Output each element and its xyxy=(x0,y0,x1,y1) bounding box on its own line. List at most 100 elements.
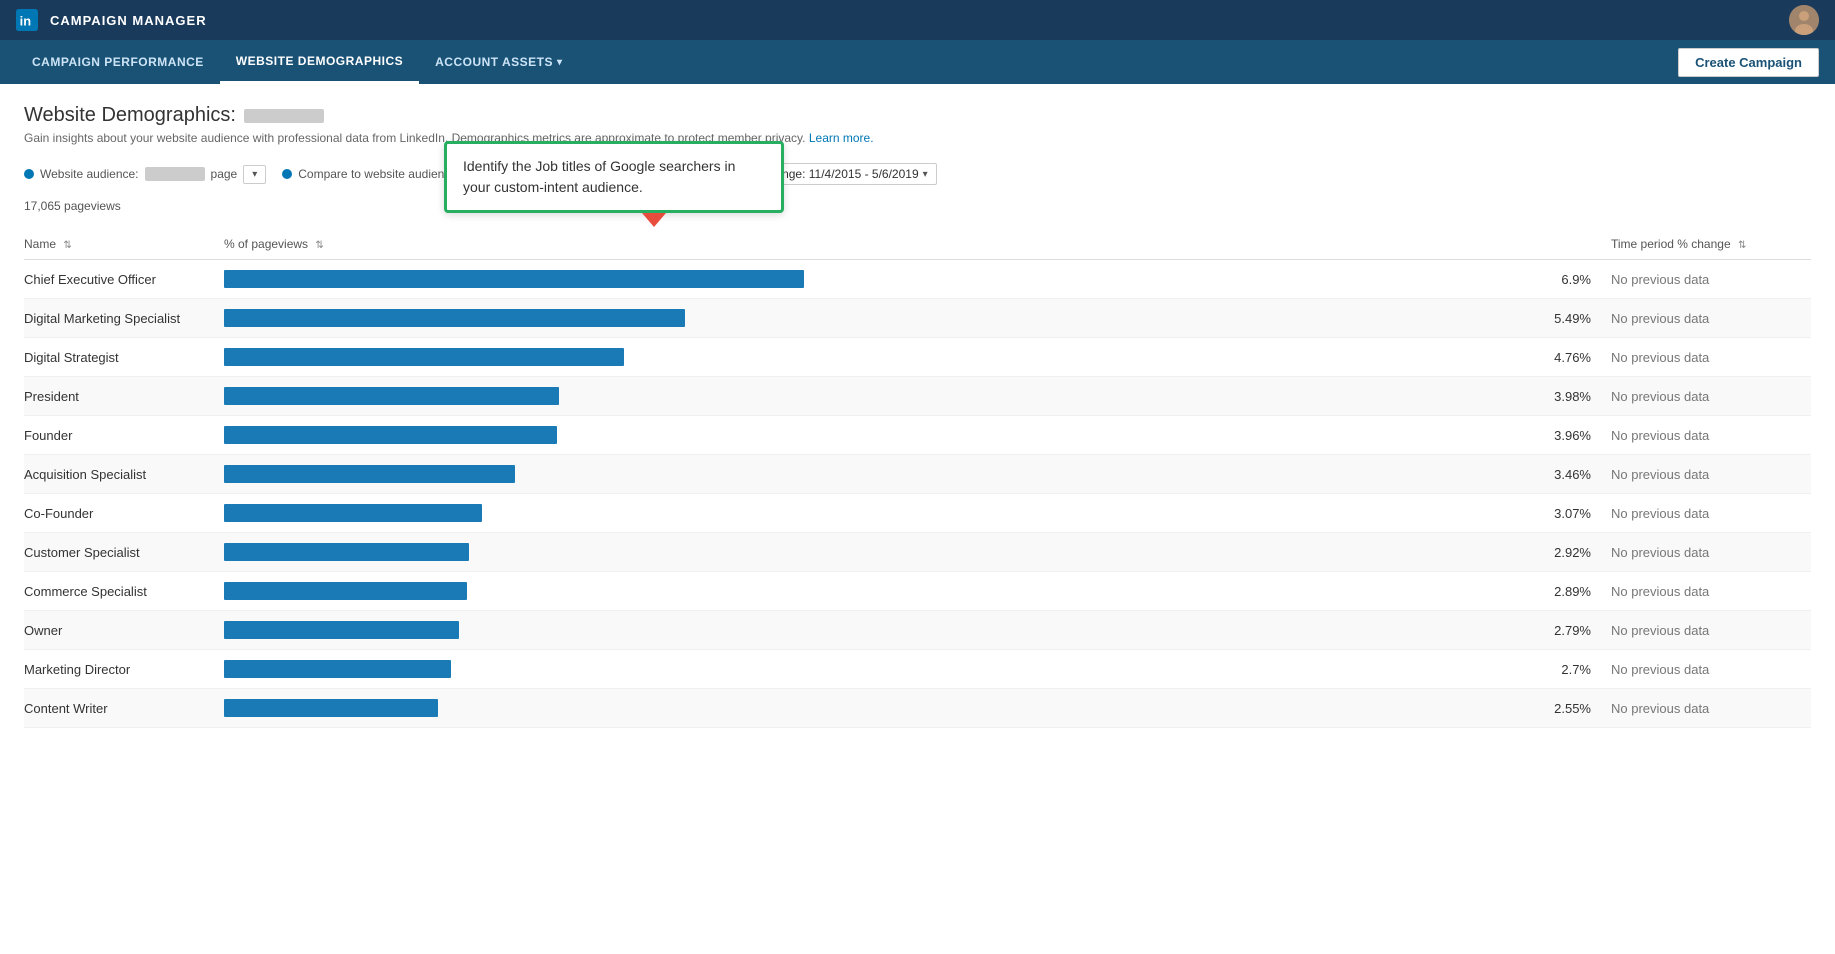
linkedin-logo-icon: in xyxy=(16,9,38,31)
time-range-chevron-icon: ▾ xyxy=(923,169,928,180)
col-pageviews: % of pageviews ⇅ xyxy=(224,229,1531,260)
tooltip-box: Identify the Job titles of Google search… xyxy=(444,141,784,213)
cell-change: No previous data xyxy=(1611,416,1811,455)
cell-bar xyxy=(224,611,1531,650)
change-sort-icon[interactable]: ⇅ xyxy=(1738,240,1746,251)
page-subtitle: Gain insights about your website audienc… xyxy=(24,131,1811,145)
nav-campaign-performance[interactable]: Campaign Performance xyxy=(16,40,220,84)
learn-more-link[interactable]: Learn more. xyxy=(809,131,874,145)
cell-bar xyxy=(224,689,1531,728)
bar-container xyxy=(224,348,1519,366)
cell-pct: 4.76% xyxy=(1531,338,1611,377)
bar-container xyxy=(224,465,1519,483)
cell-name: Founder xyxy=(24,416,224,455)
tooltip-container: Identify the Job titles of Google search… xyxy=(444,141,784,227)
tooltip-arrow-icon xyxy=(642,213,666,227)
cell-bar xyxy=(224,338,1531,377)
bar-fill xyxy=(224,543,469,561)
name-sort-icon[interactable]: ⇅ xyxy=(63,240,71,251)
cell-pct: 6.9% xyxy=(1531,260,1611,299)
cell-bar xyxy=(224,299,1531,338)
bar-container xyxy=(224,699,1519,717)
bar-container xyxy=(224,660,1519,678)
cell-pct: 3.46% xyxy=(1531,455,1611,494)
demographics-table: Name ⇅ % of pageviews ⇅ Time period % ch… xyxy=(24,229,1811,728)
bar-container xyxy=(224,543,1519,561)
bar-container xyxy=(224,309,1519,327)
bar-fill xyxy=(224,309,685,327)
avatar[interactable] xyxy=(1789,5,1819,35)
cell-bar xyxy=(224,494,1531,533)
bar-fill xyxy=(224,660,451,678)
cell-pct: 3.98% xyxy=(1531,377,1611,416)
bar-fill xyxy=(224,270,804,288)
cell-name: Acquisition Specialist xyxy=(24,455,224,494)
create-campaign-button[interactable]: Create Campaign xyxy=(1678,48,1819,77)
cell-change: No previous data xyxy=(1611,533,1811,572)
cell-pct: 2.89% xyxy=(1531,572,1611,611)
filters-tooltip-section: Identify the Job titles of Google search… xyxy=(24,161,1811,213)
bar-fill xyxy=(224,426,557,444)
cell-name: Customer Specialist xyxy=(24,533,224,572)
table-row: Content Writer 2.55% No previous data xyxy=(24,689,1811,728)
cell-pct: 3.07% xyxy=(1531,494,1611,533)
table-row: Founder 3.96% No previous data xyxy=(24,416,1811,455)
table-row: Digital Marketing Specialist 5.49% No pr… xyxy=(24,299,1811,338)
cell-change: No previous data xyxy=(1611,611,1811,650)
cell-pct: 3.96% xyxy=(1531,416,1611,455)
bar-container xyxy=(224,582,1519,600)
cell-pct: 5.49% xyxy=(1531,299,1611,338)
table-row: Customer Specialist 2.92% No previous da… xyxy=(24,533,1811,572)
cell-change: No previous data xyxy=(1611,338,1811,377)
audience-dropdown[interactable]: ▾ xyxy=(243,165,266,184)
svg-text:in: in xyxy=(20,14,32,29)
page-header: Website Demographics: Gain insights abou… xyxy=(24,104,1811,145)
bar-fill xyxy=(224,582,467,600)
table-row: Chief Executive Officer 6.9% No previous… xyxy=(24,260,1811,299)
audience-chevron-icon: ▾ xyxy=(252,169,257,180)
cell-bar xyxy=(224,572,1531,611)
col-change: Time period % change ⇅ xyxy=(1611,229,1811,260)
bar-fill xyxy=(224,504,482,522)
bar-fill xyxy=(224,348,624,366)
cell-name: Digital Strategist xyxy=(24,338,224,377)
cell-bar xyxy=(224,455,1531,494)
pageviews-sort-icon[interactable]: ⇅ xyxy=(315,240,323,251)
col-name: Name ⇅ xyxy=(24,229,224,260)
app-title: CAMPAIGN MANAGER xyxy=(50,13,207,28)
redacted-audience-name xyxy=(244,109,324,123)
redacted-page-name xyxy=(145,167,205,181)
pageviews-count: 17,065 pageviews xyxy=(24,199,1811,213)
nav-account-assets[interactable]: Account Assets ▾ xyxy=(419,40,578,84)
bar-fill xyxy=(224,621,459,639)
table-row: Marketing Director 2.7% No previous data xyxy=(24,650,1811,689)
audience-dot-icon xyxy=(24,169,34,179)
page-title: Website Demographics: xyxy=(24,104,1811,127)
cell-change: No previous data xyxy=(1611,650,1811,689)
cell-name: Digital Marketing Specialist xyxy=(24,299,224,338)
filters-row: Website audience: page ▾ Compare to webs… xyxy=(24,161,1811,187)
cell-name: Chief Executive Officer xyxy=(24,260,224,299)
cell-change: No previous data xyxy=(1611,260,1811,299)
table-row: Commerce Specialist 2.89% No previous da… xyxy=(24,572,1811,611)
bar-container xyxy=(224,426,1519,444)
cell-change: No previous data xyxy=(1611,572,1811,611)
table-body: Chief Executive Officer 6.9% No previous… xyxy=(24,260,1811,728)
table-row: President 3.98% No previous data xyxy=(24,377,1811,416)
col-pct-empty xyxy=(1531,229,1611,260)
bar-container xyxy=(224,270,1519,288)
cell-bar xyxy=(224,377,1531,416)
bar-container xyxy=(224,387,1519,405)
bar-container xyxy=(224,621,1519,639)
cell-pct: 2.55% xyxy=(1531,689,1611,728)
cell-name: Co-Founder xyxy=(24,494,224,533)
cell-change: No previous data xyxy=(1611,455,1811,494)
cell-name: Commerce Specialist xyxy=(24,572,224,611)
bar-fill xyxy=(224,699,438,717)
cell-pct: 2.92% xyxy=(1531,533,1611,572)
bar-container xyxy=(224,504,1519,522)
cell-pct: 2.79% xyxy=(1531,611,1611,650)
cell-change: No previous data xyxy=(1611,299,1811,338)
page-content: Website Demographics: Gain insights abou… xyxy=(0,84,1835,748)
nav-website-demographics[interactable]: Website Demographics xyxy=(220,40,419,84)
